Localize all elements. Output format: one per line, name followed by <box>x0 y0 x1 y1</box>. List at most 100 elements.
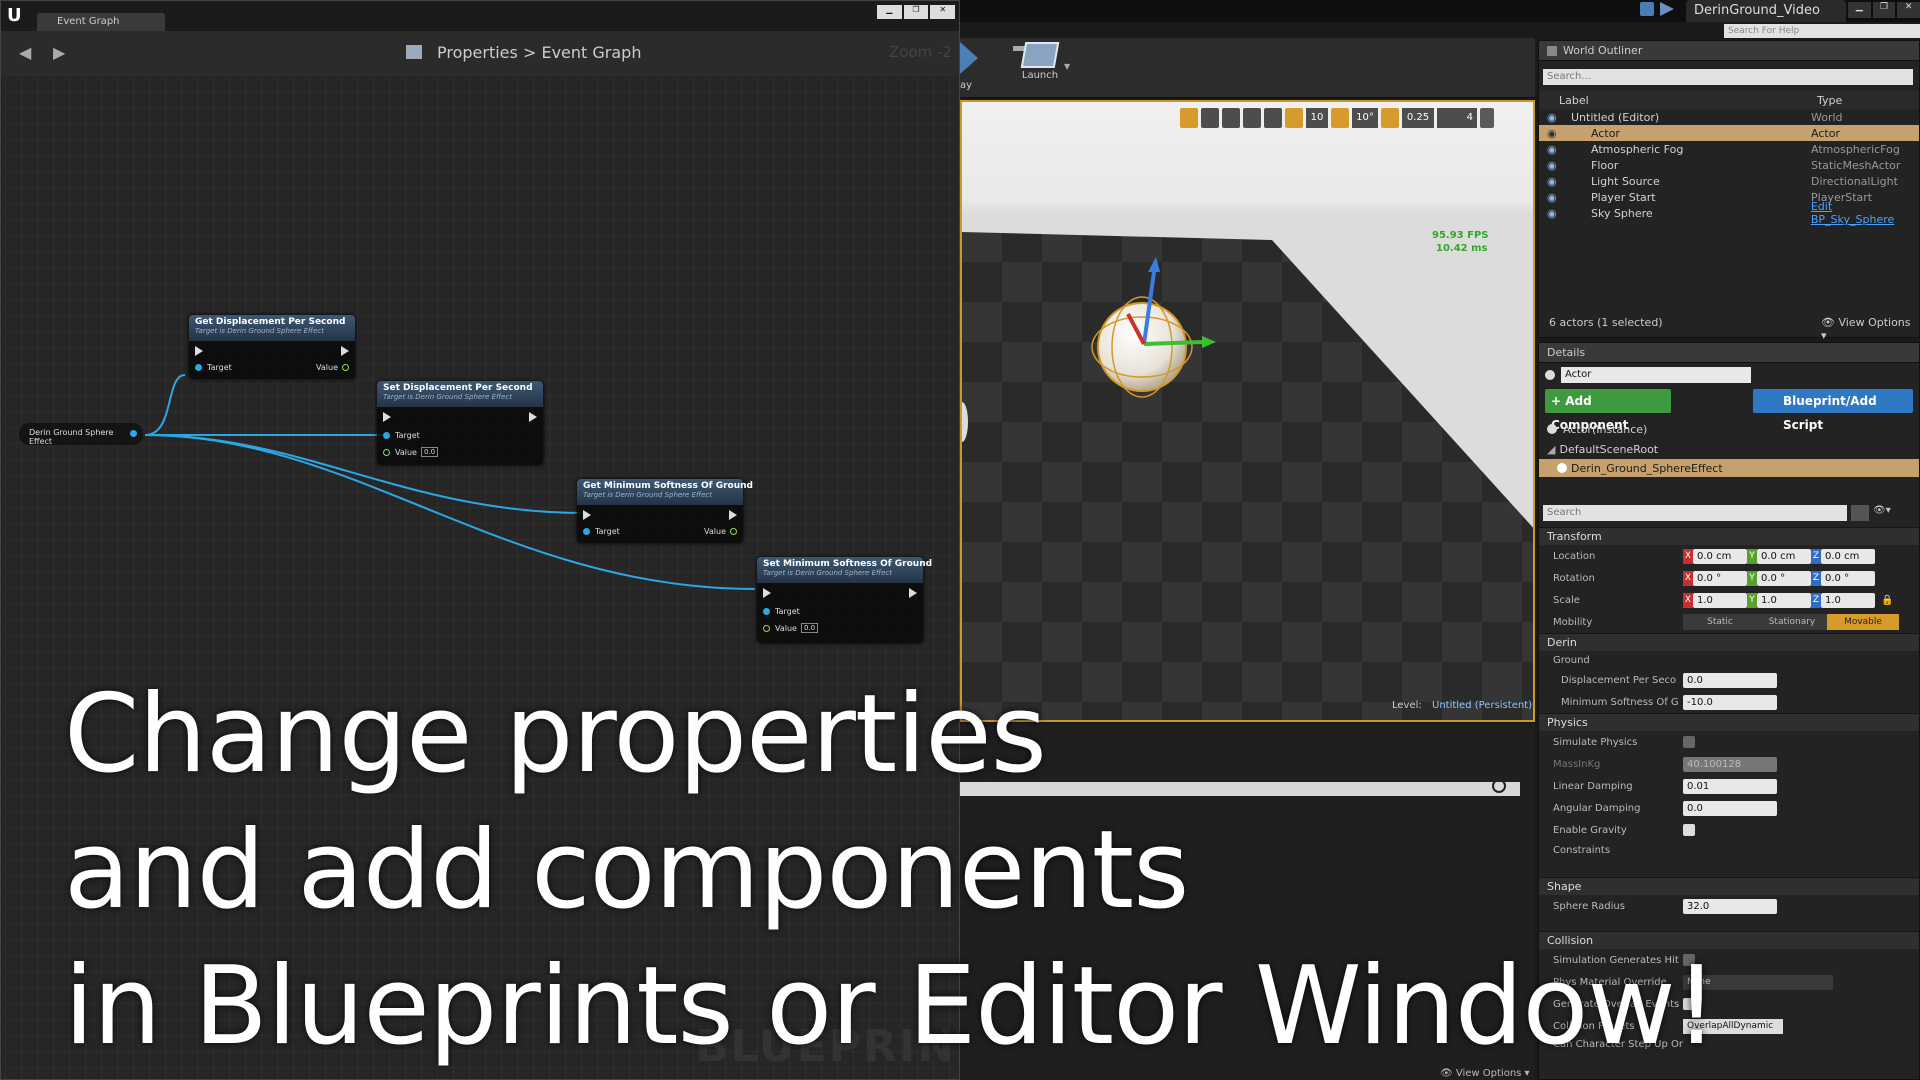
add-component-button[interactable]: + Add Component <box>1545 389 1671 432</box>
gizmo-y-axis[interactable] <box>1143 340 1203 346</box>
notification-icon[interactable] <box>1640 2 1654 16</box>
breadcrumb-leaf[interactable]: Event Graph <box>541 43 641 62</box>
exec-in-pin[interactable] <box>583 510 591 520</box>
rotate-mode-icon[interactable] <box>1201 108 1219 128</box>
play-icon[interactable] <box>960 42 978 74</box>
ground-subcategory[interactable]: Ground <box>1539 651 1919 669</box>
value-pin[interactable] <box>730 528 737 535</box>
maximize-viewport-icon[interactable] <box>1480 108 1494 128</box>
angular-damping-field[interactable]: 0.0 <box>1683 800 1777 816</box>
forward-arrow-icon[interactable]: ▶ <box>53 43 65 62</box>
minimize-button[interactable]: ▁ <box>1848 2 1871 18</box>
level-viewport[interactable]: 10 10° 0.25 4 95.93 FPS 10.42 ms Level: … <box>960 100 1535 722</box>
exec-out-pin[interactable] <box>529 412 537 422</box>
simulate-physics-checkbox[interactable] <box>1683 736 1695 748</box>
location-z-field[interactable]: 0.0 cm <box>1821 548 1875 564</box>
mobility-static-button[interactable]: Static <box>1683 614 1757 630</box>
world-local-icon[interactable] <box>1243 108 1261 128</box>
get-softness-node[interactable]: Get Minimum Softness Of Ground Target is … <box>577 479 753 543</box>
scale-x-field[interactable]: 1.0 <box>1693 592 1747 608</box>
target-pin[interactable] <box>195 364 202 371</box>
source-pin[interactable] <box>130 430 137 437</box>
bp-minimize-button[interactable]: ▁ <box>877 5 902 19</box>
rotation-x-field[interactable]: 0.0 ° <box>1693 570 1747 586</box>
help-search-input[interactable]: Search For Help <box>1724 24 1920 38</box>
mobility-stationary-button[interactable]: Stationary <box>1757 614 1827 630</box>
location-label[interactable]: Location <box>1553 551 1683 562</box>
scale-snap-icon[interactable] <box>1381 108 1399 128</box>
lock-icon[interactable]: 🔒 <box>1881 595 1893 606</box>
set-displacement-node[interactable]: Set Displacement Per Second Target is Der… <box>377 381 543 465</box>
outliner-row[interactable]: ◉ Atmospheric Fog AtmosphericFog <box>1539 141 1919 157</box>
breadcrumb-root[interactable]: Properties <box>437 43 518 62</box>
exec-in-pin[interactable] <box>763 588 771 598</box>
grid-snap-value[interactable]: 10 <box>1306 108 1328 128</box>
visibility-options-icon[interactable]: 👁▾ <box>1873 505 1897 521</box>
col-label-header[interactable]: Label <box>1559 94 1817 107</box>
launch-dropdown-icon[interactable]: ▼ <box>1064 62 1070 71</box>
target-pin[interactable] <box>583 528 590 535</box>
search-icon[interactable] <box>1492 779 1506 793</box>
exec-out-pin[interactable] <box>729 510 737 520</box>
derin-section[interactable]: Derin <box>1539 633 1919 651</box>
source-control-icon[interactable] <box>1660 2 1674 16</box>
set-softness-node[interactable]: Set Minimum Softness Of Ground Target is … <box>757 557 932 643</box>
value-pin[interactable] <box>383 448 390 456</box>
details-search-input[interactable]: Search <box>1543 505 1847 521</box>
launch-button[interactable]: Launch <box>1010 40 1070 94</box>
target-pin[interactable] <box>383 432 390 439</box>
shape-section[interactable]: Shape <box>1539 877 1919 895</box>
default-scene-root-row[interactable]: ◢ DefaultSceneRoot <box>1539 439 1919 459</box>
world-outliner-tab[interactable]: World Outliner <box>1539 41 1919 61</box>
gravity-checkbox[interactable] <box>1683 824 1695 836</box>
get-displacement-node[interactable]: Get Displacement Per Second Target is Der… <box>189 315 355 379</box>
constraints-row[interactable]: Constraints <box>1539 841 1919 859</box>
bp-maximize-button[interactable]: ❐ <box>903 5 929 19</box>
scale-snap-value[interactable]: 0.25 <box>1402 108 1434 128</box>
softness-field[interactable]: -10.0 <box>1683 694 1777 710</box>
col-type-header[interactable]: Type <box>1817 94 1842 107</box>
scale-mode-icon[interactable] <box>1222 108 1240 128</box>
mobility-movable-button[interactable]: Movable <box>1827 614 1899 630</box>
sphere-radius-field[interactable]: 32.0 <box>1683 898 1777 914</box>
close-button[interactable]: ✕ <box>1897 2 1920 18</box>
rotation-snap-value[interactable]: 10° <box>1352 108 1378 128</box>
linear-damping-field[interactable]: 0.01 <box>1683 778 1777 794</box>
rotation-y-field[interactable]: 0.0 ° <box>1757 570 1811 586</box>
value-pin[interactable] <box>342 364 349 371</box>
outliner-row[interactable]: ◉ Sky Sphere Edit BP_Sky_Sphere <box>1539 200 1919 226</box>
transform-section[interactable]: Transform <box>1539 527 1919 545</box>
bp-close-button[interactable]: ✕ <box>930 5 956 19</box>
edit-sky-sphere-link[interactable]: Edit BP_Sky_Sphere <box>1811 200 1919 226</box>
outliner-row-selected[interactable]: ◉ Actor Actor <box>1539 125 1919 141</box>
rotation-snap-icon[interactable] <box>1331 108 1349 128</box>
back-arrow-icon[interactable]: ◀ <box>19 43 31 62</box>
rotation-label[interactable]: Rotation <box>1553 573 1683 584</box>
value-pin[interactable] <box>763 624 770 632</box>
scale-label[interactable]: Scale <box>1553 595 1683 606</box>
exec-in-pin[interactable] <box>195 346 203 356</box>
outliner-row[interactable]: ◉ Untitled (Editor) World <box>1539 109 1919 125</box>
maximize-button[interactable]: ❐ <box>1872 2 1896 18</box>
component-row-selected[interactable]: Derin_Ground_SphereEffect <box>1539 459 1919 477</box>
blueprint-add-script-button[interactable]: Blueprint/Add Script <box>1753 389 1913 432</box>
derin-ground-node[interactable]: Derin Ground Sphere Effect <box>19 423 143 446</box>
view-options-button[interactable]: 👁 View Options ▾ <box>1440 1068 1530 1079</box>
exec-out-pin[interactable] <box>341 346 349 356</box>
translate-mode-icon[interactable] <box>1180 108 1198 128</box>
displacement-field[interactable]: 0.0 <box>1683 672 1777 688</box>
physics-section[interactable]: Physics <box>1539 713 1919 731</box>
outliner-row[interactable]: ◉ Light Source DirectionalLight <box>1539 173 1919 189</box>
grid-snap-icon[interactable] <box>1285 108 1303 128</box>
location-y-field[interactable]: 0.0 cm <box>1757 548 1811 564</box>
scale-z-field[interactable]: 1.0 <box>1821 592 1875 608</box>
target-pin[interactable] <box>763 608 770 615</box>
selected-actor-sphere[interactable] <box>1097 302 1187 392</box>
property-matrix-icon[interactable] <box>1851 505 1869 521</box>
location-x-field[interactable]: 0.0 cm <box>1693 548 1747 564</box>
event-graph-tab[interactable]: Event Graph <box>37 13 165 31</box>
exec-out-pin[interactable] <box>909 588 917 598</box>
scale-y-field[interactable]: 1.0 <box>1757 592 1811 608</box>
details-tab[interactable]: Details <box>1539 343 1919 363</box>
outliner-view-options[interactable]: 👁 View Options ▾ <box>1821 316 1919 342</box>
